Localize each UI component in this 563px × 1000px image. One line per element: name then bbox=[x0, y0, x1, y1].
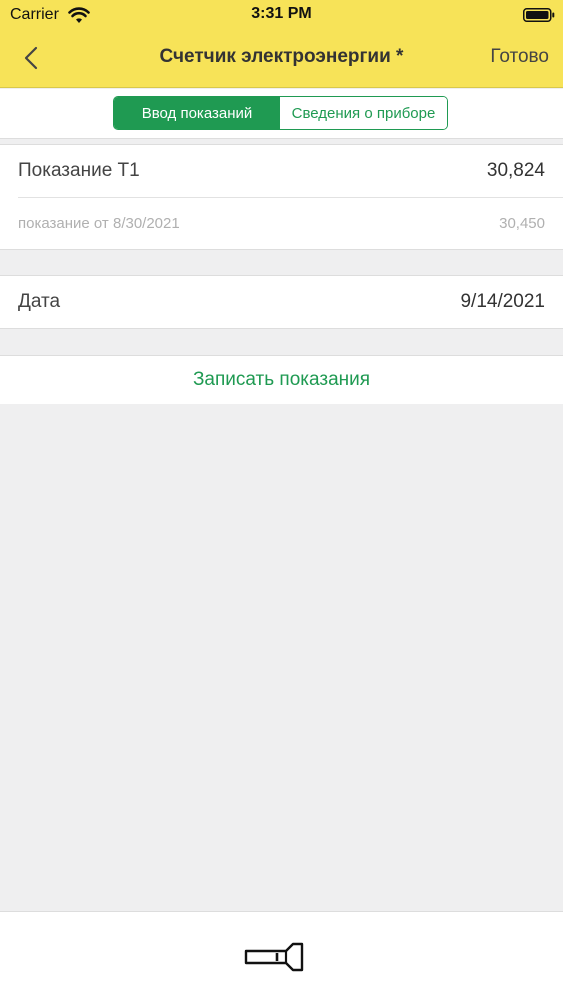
reading-value[interactable]: 30,824 bbox=[487, 160, 545, 182]
segmented-control: Ввод показаний Сведения о приборе bbox=[113, 96, 448, 130]
page-title: Счетчик электроэнергии * bbox=[159, 46, 404, 67]
segment-bar: Ввод показаний Сведения о приборе bbox=[0, 89, 563, 139]
tab-device-info[interactable]: Сведения о приборе bbox=[280, 97, 447, 129]
reading-row[interactable]: Показание Т1 30,824 bbox=[0, 145, 563, 197]
battery-icon bbox=[523, 8, 555, 22]
flashlight-icon[interactable] bbox=[244, 942, 306, 972]
navigation-bar: Счетчик электроэнергии * Готово bbox=[0, 36, 563, 80]
previous-reading-value: 30,450 bbox=[499, 215, 545, 232]
tab-reading-input[interactable]: Ввод показаний bbox=[114, 97, 280, 129]
save-readings-button[interactable]: Записать показания bbox=[0, 355, 563, 404]
status-bar: Carrier 3:31 PM bbox=[0, 0, 563, 30]
done-button[interactable]: Готово bbox=[490, 46, 549, 68]
bottom-toolbar bbox=[0, 911, 563, 1000]
reading-label: Показание Т1 bbox=[18, 160, 140, 181]
previous-reading-row: показание от 8/30/2021 30,450 bbox=[18, 197, 563, 249]
date-row[interactable]: Дата 9/14/2021 bbox=[0, 276, 563, 328]
reading-card: Показание Т1 30,824 показание от 8/30/20… bbox=[0, 144, 563, 250]
header-bar: Carrier 3:31 PM Счетчик электроэнергии *… bbox=[0, 0, 563, 88]
date-label: Дата bbox=[18, 291, 61, 312]
previous-reading-label: показание от 8/30/2021 bbox=[18, 215, 180, 232]
date-card: Дата 9/14/2021 bbox=[0, 275, 563, 329]
date-value[interactable]: 9/14/2021 bbox=[460, 291, 545, 313]
clock: 3:31 PM bbox=[251, 5, 312, 22]
